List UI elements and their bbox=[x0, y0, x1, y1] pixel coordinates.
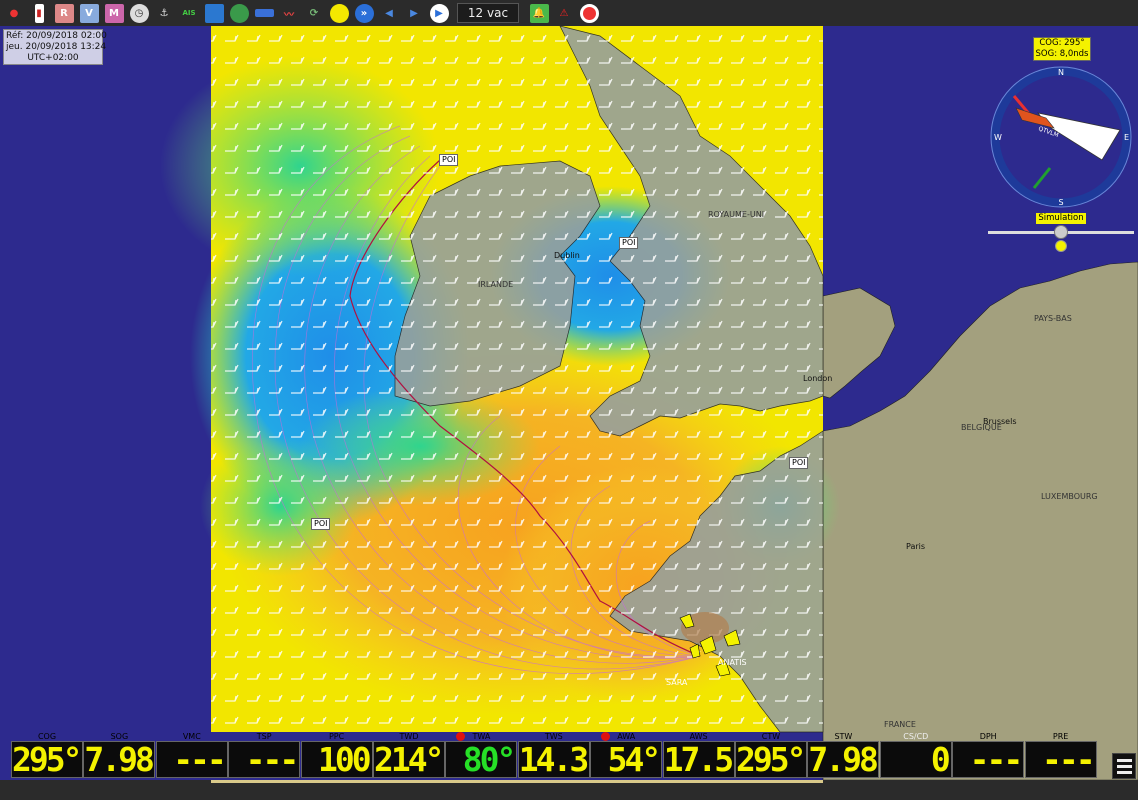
step-back-icon[interactable]: ◀ bbox=[378, 2, 400, 24]
lighthouse-icon[interactable]: ▮ bbox=[28, 2, 50, 24]
instrument-value: 54° bbox=[590, 741, 663, 778]
instrument-awa[interactable]: AWA 54° bbox=[590, 732, 663, 780]
instrument-dph[interactable]: DPH---- bbox=[952, 732, 1025, 780]
globe-icon[interactable] bbox=[228, 2, 250, 24]
city-brussels: Brussels bbox=[983, 417, 1017, 426]
poi-marker[interactable]: POI bbox=[439, 154, 459, 166]
simulation-slider-knob[interactable] bbox=[1054, 225, 1068, 239]
label-ireland: IRLANDE bbox=[478, 280, 514, 289]
square-icon[interactable] bbox=[203, 2, 225, 24]
sog-readout: SOG: 8,0nds bbox=[1035, 49, 1089, 59]
instrument-value: 100 bbox=[300, 741, 373, 778]
instrument-bar: COG295°SOG7.98VMC----TSP----PPC100TWD214… bbox=[0, 732, 1138, 780]
download-icon[interactable]: » bbox=[353, 2, 375, 24]
current-time: jeu. 20/09/2018 13:24 bbox=[6, 42, 107, 52]
anchor-icon[interactable]: ⚓ bbox=[153, 2, 175, 24]
time-panel: Réf: 20/09/2018 02:00 jeu. 20/09/2018 13… bbox=[3, 29, 107, 65]
play-icon[interactable]: ▶ bbox=[428, 2, 450, 24]
refresh-icon[interactable]: ⟳ bbox=[303, 2, 325, 24]
instrument-value: 0 bbox=[879, 741, 952, 778]
instrument-value: 7.98 bbox=[807, 741, 880, 778]
instrument-pre[interactable]: PRE---- bbox=[1024, 732, 1097, 780]
city-dublin: Dublin bbox=[554, 251, 580, 260]
lifebuoy-icon[interactable] bbox=[578, 2, 600, 24]
pin-icon[interactable]: ● bbox=[3, 2, 25, 24]
svg-text:S: S bbox=[1058, 198, 1063, 207]
instrument-value: 17.5 bbox=[662, 741, 735, 778]
instrument-value: 295° bbox=[735, 741, 807, 778]
instrument-cog[interactable]: COG 295° bbox=[11, 732, 83, 780]
label-france: FRANCE bbox=[884, 720, 916, 729]
instrument-vmc[interactable]: VMC---- bbox=[155, 732, 228, 780]
instrument-value: ---- bbox=[155, 741, 228, 778]
svg-text:E: E bbox=[1124, 133, 1129, 142]
instrument-tws[interactable]: TWS 14.3 bbox=[517, 732, 590, 780]
menu-button[interactable] bbox=[1112, 753, 1136, 779]
status-bar bbox=[0, 780, 1138, 800]
svg-text:W: W bbox=[994, 133, 1002, 142]
main-toolbar: ● ▮ R V M ◷ ⚓ AIS 〰 ⟳ » ◀ ▶ ▶ 12 vac 🔔 ⚠ bbox=[0, 0, 1138, 26]
timezone: UTC+02:00 bbox=[27, 53, 79, 63]
wind-barbs bbox=[211, 26, 823, 732]
svg-text:N: N bbox=[1058, 68, 1064, 77]
simulation-label: Simulation bbox=[1036, 213, 1086, 224]
instrument-twa[interactable]: TWA 80° bbox=[445, 732, 518, 780]
instrument-aws[interactable]: AWS 17.5 bbox=[662, 732, 735, 780]
ais-icon[interactable]: AIS bbox=[178, 2, 200, 24]
instrument-value: 14.3 bbox=[517, 741, 590, 778]
instrument-twd[interactable]: TWD 214° bbox=[373, 732, 445, 780]
route-v-icon[interactable]: V bbox=[78, 2, 100, 24]
compass-rose[interactable]: N S W E QTVLM bbox=[990, 66, 1132, 208]
instrument-value: ---- bbox=[952, 741, 1025, 778]
timeline-highlight[interactable] bbox=[211, 780, 823, 783]
instrument-value: ---- bbox=[1024, 741, 1097, 778]
boat-label-sara[interactable]: SARA bbox=[666, 678, 687, 687]
instrument-value: 80° bbox=[445, 741, 518, 778]
instrument-value: 7.98 bbox=[83, 741, 156, 778]
boat-label-anatis[interactable]: ANATIS bbox=[718, 658, 747, 667]
city-paris: Paris bbox=[906, 542, 926, 551]
instrument-ctw[interactable]: CTW 295° bbox=[735, 732, 807, 780]
poi-marker[interactable]: POI bbox=[789, 457, 809, 469]
instrument-ppc[interactable]: PPC 100 bbox=[300, 732, 373, 780]
instrument-stw[interactable]: STW 7.98 bbox=[807, 732, 880, 780]
poi-marker[interactable]: POI bbox=[311, 518, 331, 530]
route-m-icon[interactable]: M bbox=[103, 2, 125, 24]
poi-marker[interactable]: POI bbox=[619, 237, 639, 249]
instrument-cs-cd[interactable]: CS/CD 0 bbox=[879, 732, 952, 780]
step-forward-icon[interactable]: ▶ bbox=[403, 2, 425, 24]
ref-time: Réf: 20/09/2018 02:00 bbox=[6, 31, 107, 41]
cog-sog-box: COG: 295° SOG: 8,0nds bbox=[1033, 37, 1091, 61]
instrument-value: 295° bbox=[11, 741, 83, 778]
label-luxembourg: LUXEMBOURG bbox=[1041, 492, 1098, 501]
route-r-icon[interactable]: R bbox=[53, 2, 75, 24]
app-window: ROYAUME-UNI IRLANDE PAYS-BAS BELGIQUE LU… bbox=[0, 0, 1138, 800]
city-london: London bbox=[803, 374, 833, 383]
grib-icon[interactable] bbox=[328, 2, 350, 24]
vacation-select[interactable]: 12 vac bbox=[457, 3, 519, 23]
windsock-icon[interactable]: 〰 bbox=[278, 2, 300, 24]
label-uk: ROYAUME-UNI bbox=[708, 210, 765, 219]
simulation-indicator bbox=[1055, 240, 1067, 252]
warning-icon[interactable]: ⚠ bbox=[553, 2, 575, 24]
clock-icon[interactable]: ◷ bbox=[128, 2, 150, 24]
label-netherlands: PAYS-BAS bbox=[1034, 314, 1072, 323]
instrument-value: 214° bbox=[373, 741, 445, 778]
instrument-tsp[interactable]: TSP---- bbox=[228, 732, 301, 780]
cog-readout: COG: 295° bbox=[1039, 38, 1085, 48]
map-view[interactable]: ROYAUME-UNI IRLANDE PAYS-BAS BELGIQUE LU… bbox=[0, 26, 1138, 780]
instrument-sog[interactable]: SOG 7.98 bbox=[83, 732, 156, 780]
instrument-value: ---- bbox=[228, 741, 301, 778]
bell-icon[interactable]: 🔔 bbox=[528, 2, 550, 24]
layers-icon[interactable] bbox=[253, 2, 275, 24]
